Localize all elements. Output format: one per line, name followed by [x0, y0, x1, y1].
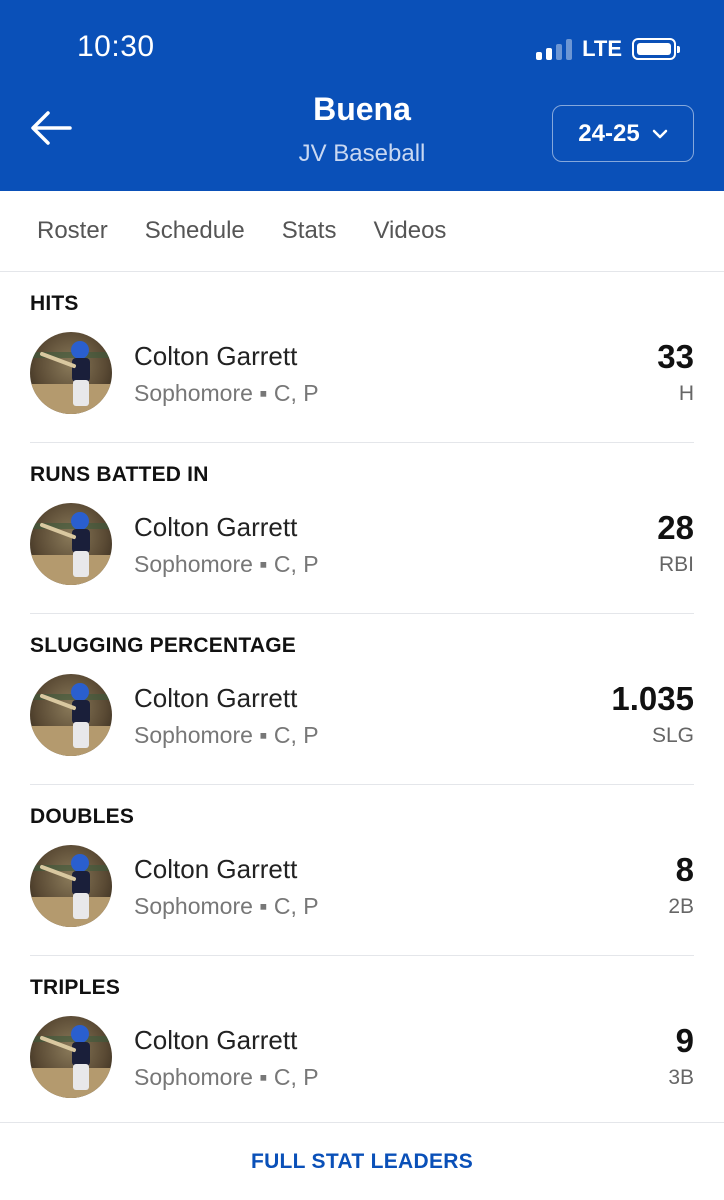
tab-stats[interactable]: Stats [282, 217, 337, 245]
network-label: LTE [582, 36, 622, 61]
stat-leader-doubles[interactable]: DOUBLES Colton Garrett Sophomore ▪ C, P … [30, 785, 694, 956]
stat-title: SLUGGING PERCENTAGE [30, 634, 296, 657]
stat-unit: H [678, 382, 694, 405]
player-meta: Sophomore ▪ C, P [134, 893, 319, 919]
tab-bar: Roster Schedule Stats Videos [0, 191, 724, 272]
stat-value: 9 [675, 1022, 694, 1059]
battery-icon [632, 38, 680, 60]
avatar [30, 1016, 112, 1098]
player-name: Colton Garrett [134, 512, 298, 542]
player-meta: Sophomore ▪ C, P [134, 722, 319, 748]
player-meta: Sophomore ▪ C, P [134, 551, 319, 577]
stat-leader-rbi[interactable]: RUNS BATTED IN Colton Garrett Sophomore … [30, 443, 694, 614]
tab-schedule[interactable]: Schedule [145, 217, 245, 245]
player-name: Colton Garrett [134, 854, 298, 884]
status-time: 10:30 [77, 30, 155, 63]
stat-value: 33 [657, 338, 694, 375]
avatar [30, 503, 112, 585]
tab-roster[interactable]: Roster [37, 217, 108, 245]
player-name: Colton Garrett [134, 683, 298, 713]
stat-value: 1.035 [611, 680, 694, 717]
stat-unit: SLG [651, 724, 694, 747]
tab-videos[interactable]: Videos [373, 217, 446, 245]
season-selector[interactable]: 24-25 [552, 105, 694, 162]
chevron-down-icon [652, 129, 667, 138]
full-stat-leaders-link[interactable]: FULL STAT LEADERS [251, 1150, 473, 1174]
player-name: Colton Garrett [134, 341, 298, 371]
player-name: Colton Garrett [134, 1025, 298, 1055]
stat-unit: 2B [668, 895, 694, 918]
stat-title: TRIPLES [30, 976, 121, 999]
stat-leader-slugging[interactable]: SLUGGING PERCENTAGE Colton Garrett Sopho… [30, 614, 694, 785]
player-meta: Sophomore ▪ C, P [134, 1064, 319, 1090]
avatar [30, 674, 112, 756]
season-label: 24-25 [578, 119, 640, 147]
footer: FULL STAT LEADERS [0, 1122, 724, 1200]
status-indicators: LTE [536, 36, 680, 62]
stat-unit: 3B [668, 1066, 694, 1089]
avatar [30, 332, 112, 414]
header: 10:30 LTE Buena JV Baseball 24-25 [0, 0, 724, 191]
stat-unit: RBI [658, 553, 694, 576]
stat-value: 28 [657, 509, 694, 546]
signal-icon [536, 38, 573, 60]
stat-title: DOUBLES [30, 805, 135, 828]
stat-leader-hits[interactable]: HITS Colton Garrett Sophomore ▪ C, P 33 … [30, 272, 694, 443]
player-meta: Sophomore ▪ C, P [134, 380, 319, 406]
stat-value: 8 [675, 851, 694, 888]
stat-leader-triples[interactable]: TRIPLES Colton Garrett Sophomore ▪ C, P … [30, 956, 694, 1122]
avatar [30, 845, 112, 927]
stat-title: HITS [30, 292, 79, 315]
stat-title: RUNS BATTED IN [30, 463, 209, 486]
